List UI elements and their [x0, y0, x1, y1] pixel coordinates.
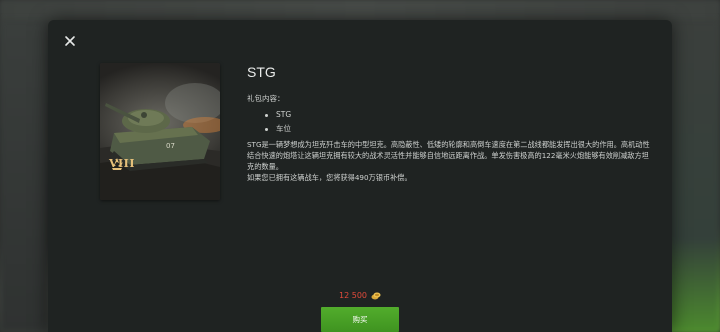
bundle-title: STG: [247, 64, 276, 80]
price-tag: 12 500: [339, 291, 381, 300]
vehicle-description: STG是一辆梦想成为坦克歼击车的中型坦克。高隐蔽性、低矮的轮廓和高倒车速度在第二…: [247, 140, 650, 171]
background-left-panel: [0, 20, 48, 332]
buy-button[interactable]: 购买: [321, 307, 399, 332]
contents-list: STG 车位: [247, 111, 657, 133]
bundle-dialog: 07 VIII STG 礼包内容： STG 车位 STG是一辆梦想成为坦克歼击车…: [48, 20, 672, 332]
background-right-panel: [668, 20, 720, 332]
compensation-note: 如果您已拥有这辆战车，您将获得490万银币补偿。: [247, 173, 412, 182]
background-top-bar: [0, 0, 720, 22]
tier-badge: VIII: [109, 157, 135, 170]
list-item: 车位: [265, 125, 657, 133]
vehicle-image: 07 VIII: [100, 63, 220, 200]
close-button[interactable]: [63, 34, 77, 48]
contents-label: 礼包内容：: [247, 94, 285, 103]
svg-text:07: 07: [166, 142, 175, 150]
close-icon: [65, 36, 75, 46]
list-item: STG: [265, 111, 657, 119]
gold-coins-icon: [371, 292, 381, 299]
price-value: 12 500: [339, 291, 367, 300]
tier-emblem-icon: [111, 158, 123, 170]
bundle-info: STG 礼包内容： STG 车位 STG是一辆梦想成为坦克歼击车的中型坦克。高隐…: [247, 64, 657, 183]
